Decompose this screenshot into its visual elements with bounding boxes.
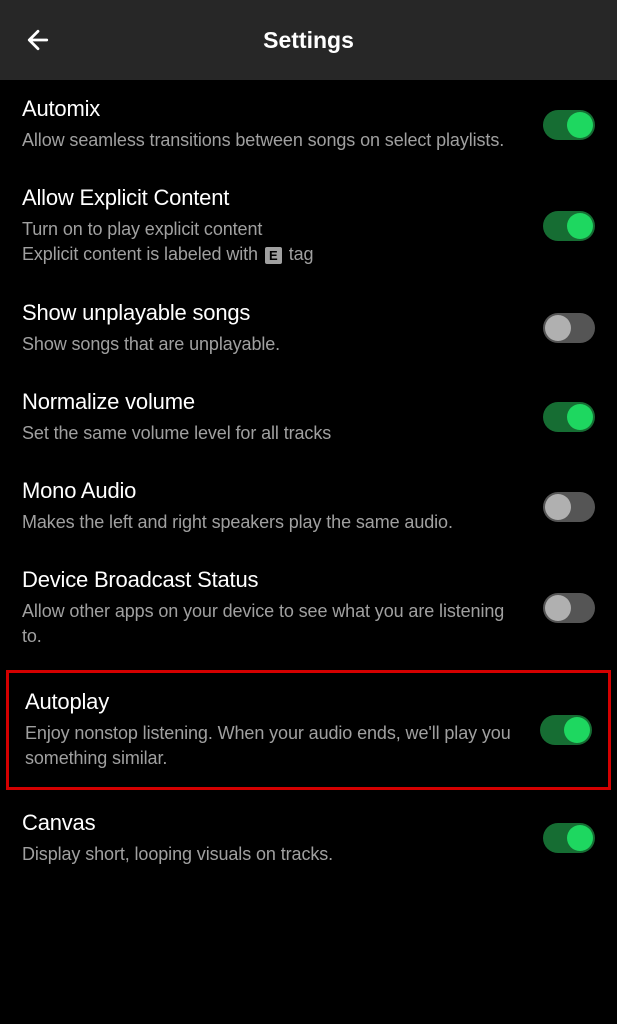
setting-desc: Allow seamless transitions between songs… [22, 128, 525, 153]
setting-title: Device Broadcast Status [22, 567, 525, 593]
setting-title: Canvas [22, 810, 525, 836]
desc-line2-suffix: tag [284, 244, 314, 264]
setting-desc: Set the same volume level for all tracks [22, 421, 525, 446]
setting-desc: Turn on to play explicit content Explici… [22, 217, 525, 267]
header-bar: Settings [0, 0, 617, 80]
setting-canvas: Canvas Display short, looping visuals on… [0, 794, 617, 883]
setting-title: Mono Audio [22, 478, 525, 504]
toggle-device-broadcast[interactable] [543, 593, 595, 623]
settings-list: Automix Allow seamless transitions betwe… [0, 80, 617, 883]
back-button[interactable] [18, 20, 58, 60]
toggle-knob [545, 315, 571, 341]
setting-text: Mono Audio Makes the left and right spea… [22, 478, 525, 535]
setting-desc: Show songs that are unplayable. [22, 332, 525, 357]
setting-title: Autoplay [25, 689, 522, 715]
toggle-knob [567, 112, 593, 138]
arrow-left-icon [23, 25, 53, 55]
setting-unplayable-songs: Show unplayable songs Show songs that ar… [0, 284, 617, 373]
setting-title: Allow Explicit Content [22, 185, 525, 211]
setting-device-broadcast: Device Broadcast Status Allow other apps… [0, 551, 617, 665]
setting-desc: Display short, looping visuals on tracks… [22, 842, 525, 867]
setting-title: Show unplayable songs [22, 300, 525, 326]
toggle-automix[interactable] [543, 110, 595, 140]
setting-desc: Allow other apps on your device to see w… [22, 599, 525, 649]
page-title: Settings [263, 27, 354, 54]
setting-title: Automix [22, 96, 525, 122]
toggle-knob [545, 494, 571, 520]
setting-title: Normalize volume [22, 389, 525, 415]
setting-desc: Enjoy nonstop listening. When your audio… [25, 721, 522, 771]
toggle-knob [567, 213, 593, 239]
setting-mono-audio: Mono Audio Makes the left and right spea… [0, 462, 617, 551]
setting-text: Automix Allow seamless transitions betwe… [22, 96, 525, 153]
desc-line2-pre: Explicit content is labeled with [22, 244, 263, 264]
setting-text: Canvas Display short, looping visuals on… [22, 810, 525, 867]
setting-text: Device Broadcast Status Allow other apps… [22, 567, 525, 649]
desc-line1: Turn on to play explicit content [22, 219, 262, 239]
setting-text: Show unplayable songs Show songs that ar… [22, 300, 525, 357]
highlight-autoplay: Autoplay Enjoy nonstop listening. When y… [6, 670, 611, 790]
toggle-knob [545, 595, 571, 621]
setting-autoplay: Autoplay Enjoy nonstop listening. When y… [9, 673, 608, 787]
toggle-autoplay[interactable] [540, 715, 592, 745]
setting-text: Normalize volume Set the same volume lev… [22, 389, 525, 446]
setting-automix: Automix Allow seamless transitions betwe… [0, 80, 617, 169]
toggle-knob [567, 825, 593, 851]
toggle-unplayable-songs[interactable] [543, 313, 595, 343]
toggle-normalize-volume[interactable] [543, 402, 595, 432]
setting-explicit-content: Allow Explicit Content Turn on to play e… [0, 169, 617, 283]
setting-normalize-volume: Normalize volume Set the same volume lev… [0, 373, 617, 462]
setting-desc: Makes the left and right speakers play t… [22, 510, 525, 535]
toggle-explicit-content[interactable] [543, 211, 595, 241]
toggle-mono-audio[interactable] [543, 492, 595, 522]
explicit-tag-icon: E [265, 247, 282, 264]
toggle-knob [567, 404, 593, 430]
toggle-knob [564, 717, 590, 743]
setting-text: Autoplay Enjoy nonstop listening. When y… [25, 689, 522, 771]
toggle-canvas[interactable] [543, 823, 595, 853]
setting-text: Allow Explicit Content Turn on to play e… [22, 185, 525, 267]
